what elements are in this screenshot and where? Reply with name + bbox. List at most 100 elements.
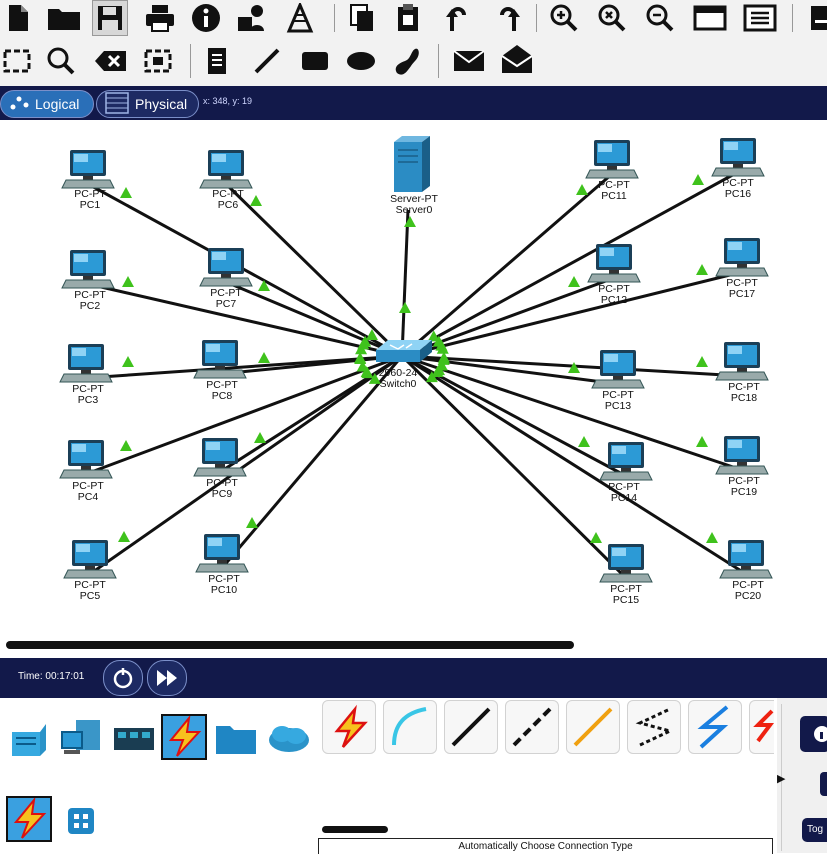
connections-icon[interactable] — [161, 714, 207, 760]
new-file-icon[interactable] — [4, 2, 32, 34]
toggle-pdu-list-button[interactable]: Tog — [802, 818, 827, 842]
expand-arrow-icon[interactable]: ▶ — [777, 772, 789, 786]
undo-icon[interactable] — [440, 2, 476, 34]
link-light-pc-side — [246, 517, 258, 528]
pc-device[interactable] — [61, 250, 115, 289]
pc-label: PC-PT PC10 — [184, 574, 264, 596]
select-icon[interactable] — [0, 44, 34, 78]
pc-device[interactable] — [599, 442, 653, 481]
pc-device[interactable] — [711, 138, 765, 177]
logical-workspace-canvas[interactable]: PC-PT PC1 PC-PT PC2 PC-PT PC3 PC-PT PC4 PC-PT PC5… — [0, 120, 827, 660]
toolbar-separator — [438, 44, 439, 78]
pc-label: PC-PT PC1 — [50, 189, 130, 211]
pc-device[interactable] — [61, 150, 115, 189]
zoom-reset-icon[interactable] — [594, 2, 630, 34]
pc-label: PC-PT PC13 — [578, 390, 658, 412]
workspace-mode-bar: Logical Physical — [0, 86, 827, 120]
straight-through-icon[interactable] — [444, 700, 498, 754]
pc-device[interactable] — [193, 340, 247, 379]
save-icon[interactable] — [92, 0, 128, 36]
pc-label: PC-PT PC4 — [48, 481, 128, 503]
complex-pdu-icon[interactable] — [498, 40, 536, 78]
toolbar-separator — [190, 44, 191, 78]
draw-rectangle-icon[interactable] — [298, 44, 332, 78]
switch-label: 2960-24 Switch0 — [358, 368, 438, 390]
pc-device[interactable] — [719, 540, 773, 579]
zoom-out-icon[interactable] — [642, 2, 678, 34]
link-light-pc-side — [118, 531, 130, 542]
paste-icon[interactable] — [390, 2, 426, 34]
auto-connection-icon[interactable] — [322, 700, 376, 754]
edit-toolbar — [0, 36, 827, 86]
components-icon[interactable] — [112, 718, 156, 758]
custom-device-icon[interactable] — [740, 2, 780, 34]
device-name-label: PC10 — [210, 584, 238, 596]
device-name-label: PC12 — [600, 294, 628, 306]
toolbar-separator — [792, 4, 793, 32]
pc-device[interactable] — [199, 150, 253, 189]
connections-scrollbar[interactable] — [322, 826, 388, 833]
note-icon[interactable] — [202, 44, 232, 78]
extra-icon[interactable] — [806, 2, 827, 34]
serial-icon[interactable] — [749, 700, 774, 754]
fiber-icon[interactable] — [566, 700, 620, 754]
pc-device[interactable] — [63, 540, 117, 579]
end-devices-icon[interactable] — [60, 718, 104, 758]
scenario-pdu-button[interactable] — [820, 772, 827, 796]
open-folder-icon[interactable] — [46, 2, 82, 34]
misc-icon[interactable] — [214, 718, 258, 758]
ethernet-link[interactable] — [401, 354, 747, 576]
fast-forward-button[interactable] — [147, 660, 187, 696]
pc-device[interactable] — [199, 248, 253, 287]
canvas-horizontal-scrollbar[interactable] — [6, 641, 574, 649]
phone-cable-icon[interactable] — [627, 700, 681, 754]
info-icon[interactable] — [188, 2, 224, 34]
network-devices-icon[interactable] — [8, 718, 52, 758]
simple-pdu-icon[interactable] — [450, 44, 488, 78]
power-cycle-button[interactable] — [103, 660, 143, 696]
server-device[interactable] — [394, 136, 430, 192]
ethernet-link[interactable] — [400, 209, 410, 357]
user-admin-icon[interactable] — [234, 2, 270, 34]
zoom-in-icon[interactable] — [546, 2, 582, 34]
pc-device[interactable] — [59, 440, 113, 479]
crossover-icon[interactable] — [505, 700, 559, 754]
multiuser-icon[interactable] — [266, 718, 312, 758]
draw-ellipse-icon[interactable] — [344, 44, 378, 78]
device-name-label: PC13 — [604, 400, 632, 412]
switch-device[interactable] — [376, 340, 432, 362]
pc-device[interactable] — [59, 344, 113, 383]
coaxial-icon[interactable] — [688, 700, 742, 754]
copy-icon[interactable] — [344, 2, 380, 34]
delete-icon[interactable] — [92, 44, 130, 78]
palette-icon[interactable] — [690, 2, 730, 34]
tab-logical[interactable]: Logical — [0, 90, 94, 118]
pc-label: PC-PT PC18 — [704, 382, 784, 404]
pc-device[interactable] — [715, 436, 769, 475]
scenario-info-button[interactable] — [800, 716, 827, 752]
pc-device[interactable] — [585, 140, 639, 179]
tab-physical[interactable]: Physical — [96, 90, 199, 118]
redo-icon[interactable] — [490, 2, 526, 34]
print-icon[interactable] — [142, 2, 178, 34]
console-cable-icon[interactable] — [383, 700, 437, 754]
freeform-icon[interactable] — [390, 44, 424, 78]
inspect-icon[interactable] — [44, 44, 78, 78]
pc-label: PC-PT PC6 — [188, 189, 268, 211]
link-light-pc-side — [120, 440, 132, 451]
device-name-label: PC18 — [730, 392, 758, 404]
grid-view-icon[interactable] — [66, 806, 96, 836]
pc-device[interactable] — [193, 438, 247, 477]
connections-subcategory-icon[interactable] — [6, 796, 52, 842]
resize-icon[interactable] — [140, 44, 176, 78]
pc-label: PC-PT PC16 — [698, 178, 778, 200]
power-cycle-icon — [113, 668, 133, 689]
network-info-icon[interactable] — [282, 2, 318, 34]
pc-device[interactable] — [715, 238, 769, 277]
pc-device[interactable] — [715, 342, 769, 381]
pc-device[interactable] — [599, 544, 653, 583]
tab-physical-label: Physical — [135, 96, 188, 112]
link-light-pc-side — [590, 532, 602, 543]
pc-device[interactable] — [195, 534, 249, 573]
draw-line-icon[interactable] — [250, 44, 284, 78]
